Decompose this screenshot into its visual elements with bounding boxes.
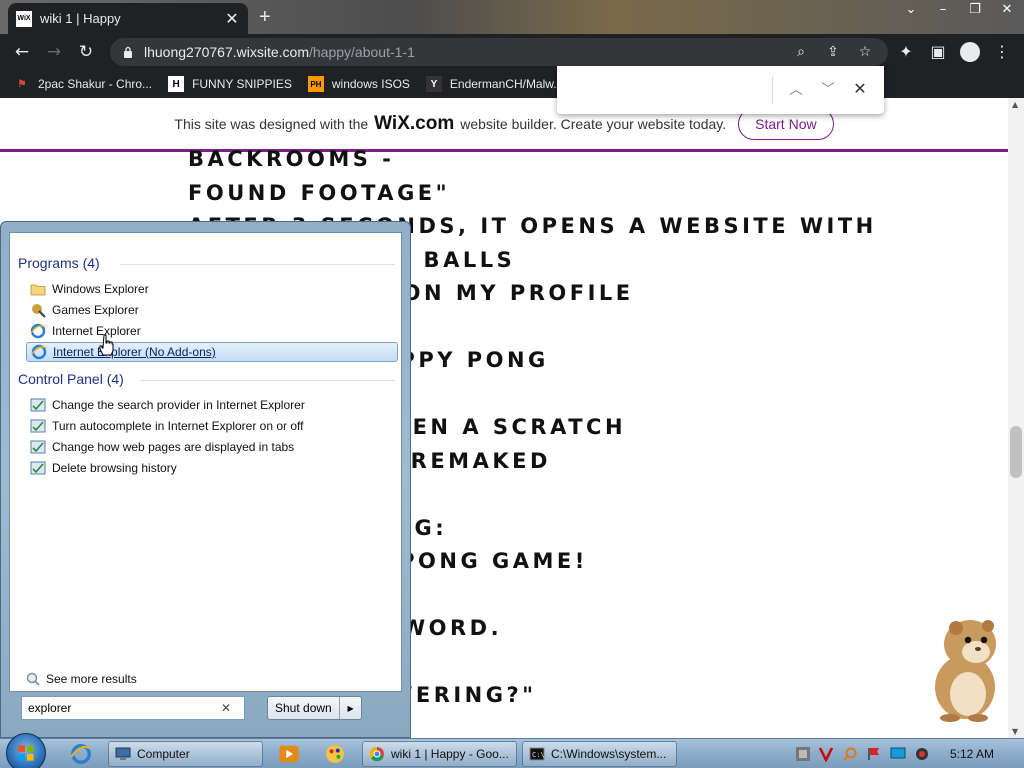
media-player-icon[interactable] [278, 743, 300, 765]
bookmark-star-icon[interactable]: ☆ [856, 44, 874, 60]
cp-delete-browsing-history[interactable]: Delete browsing history [26, 458, 398, 478]
h-site-icon: H [168, 76, 185, 92]
extensions-icon[interactable]: ✦ [896, 42, 916, 61]
windows-taskbar: Computer wiki 1 | Happy - Goo... C:\ C:\… [0, 733, 1024, 768]
scroll-thumb[interactable] [1010, 426, 1022, 478]
control-panel-icon [30, 419, 46, 433]
chrome-icon [369, 746, 384, 762]
find-input[interactable] [567, 76, 767, 104]
ie-icon [31, 344, 47, 360]
search-icon [26, 672, 40, 686]
y-site-icon: Y [425, 76, 442, 92]
computer-icon [115, 747, 131, 760]
back-icon[interactable]: ← [12, 42, 32, 62]
program-games-explorer[interactable]: Games Explorer [26, 300, 398, 320]
browser-tab[interactable]: WiX wiki 1 | Happy ✕ [8, 3, 248, 34]
forward-icon[interactable]: → [44, 42, 64, 62]
minimize-icon[interactable]: – [936, 2, 950, 17]
cp-change-search-provider[interactable]: Change the search provider in Internet E… [26, 395, 398, 415]
tab-strip: WiX wiki 1 | Happy ✕ + ⌄ – ❐ ✕ [0, 0, 1024, 34]
restore-icon[interactable]: ❐ [968, 2, 982, 17]
tray-volume-icon[interactable] [914, 746, 930, 762]
find-close-icon[interactable]: ✕ [850, 79, 870, 98]
control-panel-icon [30, 440, 46, 454]
tray-flag-icon[interactable] [866, 746, 882, 762]
start-menu-results-pane: Programs (4) Windows Explorer Games Expl… [9, 232, 402, 692]
menu-icon[interactable]: ⋮ [992, 42, 1012, 61]
control-panel-heading: Control Panel (4) [18, 371, 124, 387]
taskbar-cmd[interactable]: C:\ C:\Windows\system... [522, 741, 677, 767]
bookmark-funny-snippies[interactable]: H FUNNY SNIPPIES [168, 76, 292, 92]
svg-text:C:\: C:\ [532, 751, 545, 759]
cp-turn-autocomplete[interactable]: Turn autocomplete in Internet Explorer o… [26, 416, 398, 436]
program-internet-explorer-no-addons[interactable]: Internet Explorer (No Add-ons) [26, 342, 398, 362]
search-page-icon[interactable]: ⌕ [792, 44, 810, 60]
divider [120, 264, 395, 265]
tray-search-icon[interactable] [842, 746, 858, 762]
reload-icon[interactable]: ↻ [76, 42, 96, 62]
find-next-icon[interactable]: ﹀ [818, 79, 838, 99]
find-previous-icon[interactable]: ︿ [786, 79, 806, 99]
start-search-input[interactable] [28, 701, 218, 715]
scroll-up-icon[interactable]: ▲ [1012, 100, 1018, 109]
cp-change-tabs-display[interactable]: Change how web pages are displayed in ta… [26, 437, 398, 457]
programs-heading: Programs (4) [18, 255, 100, 271]
taskbar-clock[interactable]: 5:12 AM [950, 747, 994, 761]
new-tab-icon[interactable]: + [259, 6, 271, 29]
games-icon [32, 304, 46, 318]
cmd-icon: C:\ [529, 747, 545, 761]
taskbar-chrome[interactable]: wiki 1 | Happy - Goo... [362, 741, 517, 767]
scroll-down-icon[interactable]: ▼ [1012, 727, 1018, 736]
tray-display-icon[interactable] [890, 746, 906, 762]
taskbar-computer[interactable]: Computer [108, 741, 263, 767]
ph-site-icon: PH [307, 76, 324, 92]
window-close-icon[interactable]: ✕ [1000, 2, 1014, 17]
windows-logo-icon [18, 745, 34, 761]
tab-close-icon[interactable]: ✕ [224, 9, 240, 28]
paint-icon[interactable] [324, 743, 346, 765]
see-more-results-link[interactable]: See more results [26, 672, 137, 686]
tray-app-icon[interactable] [795, 746, 811, 762]
program-windows-explorer[interactable]: Windows Explorer [26, 279, 398, 299]
lock-icon [124, 46, 132, 58]
address-bar[interactable]: lhuong270767.wixsite.com/happy/about-1-1 [110, 38, 888, 66]
article-line: Found Footage" [188, 180, 451, 205]
browser-toolbar: ← → ↻ lhuong270767.wixsite.com/happy/abo… [0, 34, 1024, 70]
flag-icon: ⚑ [17, 78, 27, 90]
start-orb-icon[interactable] [6, 733, 46, 768]
wix-favicon-icon: WiX [16, 10, 32, 27]
hamster-icon [935, 620, 996, 722]
wix-logo: WiX.com [374, 112, 455, 134]
window-controls: ⌄ – ❐ ✕ [904, 2, 1014, 17]
page-scrollbar[interactable]: ▲ ▼ [1008, 98, 1024, 738]
chevron-down-icon[interactable]: ⌄ [904, 2, 918, 17]
find-bar: ︿ ﹀ ✕ [557, 66, 884, 114]
address-url: lhuong270767.wixsite.com/happy/about-1-1 [144, 44, 415, 60]
bookmark-2pac[interactable]: ⚑ 2pac Shakur - Chro... [14, 76, 153, 92]
folder-icon [30, 284, 46, 296]
start-menu: Programs (4) Windows Explorer Games Expl… [0, 221, 411, 738]
shut-down-button[interactable]: Shut down ▶ [267, 696, 362, 720]
control-panel-icon [30, 461, 46, 475]
start-search-box[interactable]: ✕ [21, 696, 245, 720]
control-panel-icon [30, 398, 46, 412]
divider [140, 380, 395, 381]
bookmark-windows-isos[interactable]: PH windows ISOS [307, 76, 410, 92]
shutdown-options-arrow-icon[interactable]: ▶ [339, 697, 361, 719]
profile-avatar[interactable] [960, 42, 980, 62]
find-separator [772, 76, 773, 104]
tray-v-icon[interactable] [818, 746, 834, 762]
clear-search-icon[interactable]: ✕ [218, 701, 234, 715]
program-internet-explorer[interactable]: Internet Explorer [26, 321, 398, 341]
ie-taskbar-icon[interactable] [70, 743, 92, 765]
side-panel-icon[interactable]: ▣ [928, 42, 948, 61]
article-line: Backrooms - [188, 147, 395, 171]
bookmark-endermanch[interactable]: Y EndermanCH/Malw... [425, 76, 563, 92]
share-icon[interactable]: ⇪ [824, 44, 842, 60]
hand-cursor-icon [99, 334, 114, 356]
ie-icon [30, 323, 46, 339]
tab-title: wiki 1 | Happy [40, 11, 121, 26]
